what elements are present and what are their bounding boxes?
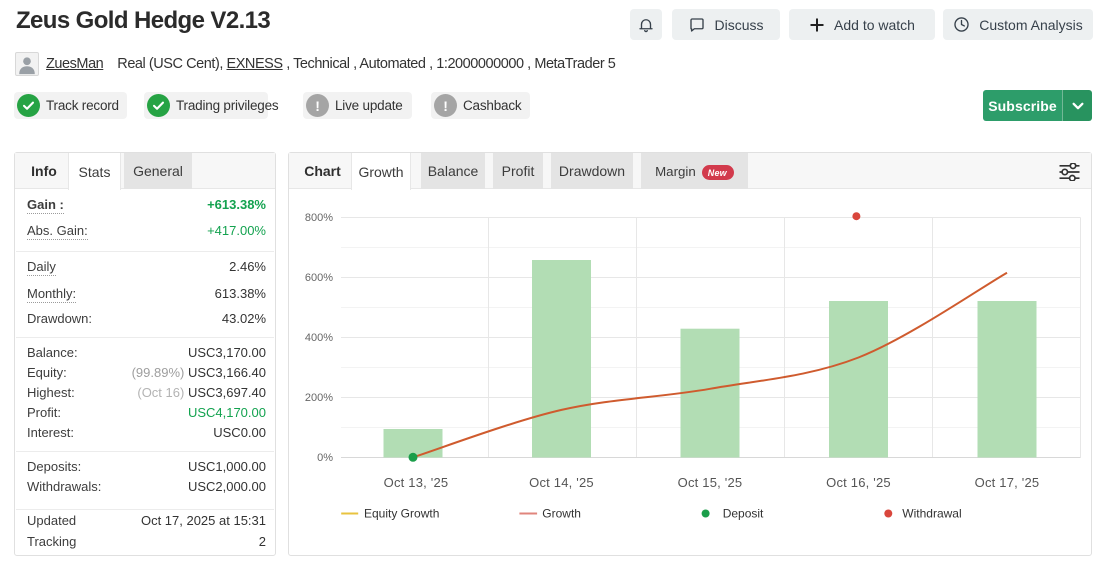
svg-text:600%: 600% <box>305 272 333 284</box>
svg-text:Equity Growth: Equity Growth <box>364 507 439 521</box>
svg-text:Oct 15, '25: Oct 15, '25 <box>678 475 743 490</box>
svg-text:Growth: Growth <box>542 507 581 521</box>
svg-text:Oct 16, '25: Oct 16, '25 <box>826 475 891 490</box>
svg-text:Deposit: Deposit <box>723 507 764 521</box>
svg-text:Oct 14, '25: Oct 14, '25 <box>529 475 594 490</box>
svg-text:Oct 13, '25: Oct 13, '25 <box>384 475 449 490</box>
svg-text:200%: 200% <box>305 392 333 404</box>
svg-text:400%: 400% <box>305 332 333 344</box>
svg-text:800%: 800% <box>305 212 333 224</box>
svg-text:0%: 0% <box>317 452 333 464</box>
svg-text:Withdrawal: Withdrawal <box>902 507 961 521</box>
svg-text:Oct 17, '25: Oct 17, '25 <box>975 475 1040 490</box>
